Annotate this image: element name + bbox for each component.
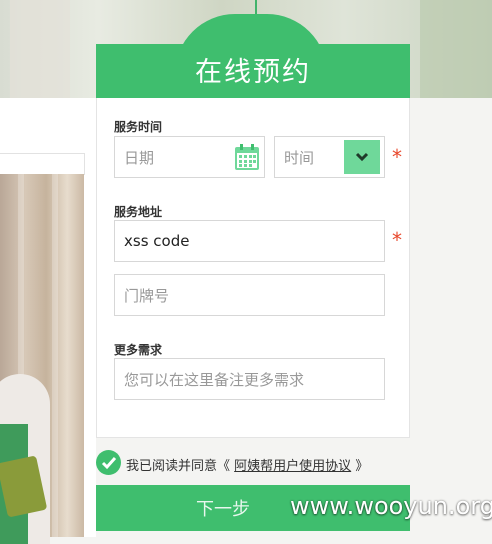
- promo-photo: [0, 174, 84, 544]
- house-number-placeholder: 门牌号: [124, 286, 170, 305]
- more-needs-label: 更多需求: [114, 343, 163, 357]
- time-select[interactable]: 时间: [274, 136, 385, 178]
- agreement-link[interactable]: 阿姨帮用户使用协议: [234, 459, 351, 474]
- house-number-input[interactable]: 门牌号: [114, 274, 385, 316]
- more-needs-input[interactable]: 您可以在这里备注更多需求: [114, 358, 385, 400]
- next-step-label: 下一步: [196, 499, 250, 520]
- address-input[interactable]: xss code: [114, 220, 385, 262]
- background-decoration: [420, 0, 492, 98]
- background-decoration: [10, 0, 70, 98]
- time-placeholder: 时间: [284, 148, 315, 167]
- agreement-prefix: 我已阅读并同意《: [126, 459, 231, 474]
- required-mark: *: [392, 228, 402, 252]
- calendar-icon[interactable]: [234, 143, 260, 171]
- chevron-down-icon[interactable]: [344, 140, 380, 174]
- check-icon: [101, 456, 116, 469]
- address-value: xss code: [124, 232, 190, 250]
- photo-curtain: [52, 174, 58, 537]
- more-needs-placeholder: 您可以在这里备注更多需求: [124, 370, 305, 389]
- agreement-checkbox[interactable]: [96, 450, 121, 475]
- service-time-label: 服务时间: [114, 120, 163, 134]
- watermark: www.wooyun.org: [290, 492, 492, 520]
- agreement-suffix: 》: [355, 459, 369, 474]
- page-title: 在线预约: [195, 57, 311, 88]
- agreement-text: 我已阅读并同意《 阿姨帮用户使用协议 》: [126, 455, 368, 474]
- date-picker[interactable]: 日期: [114, 136, 265, 178]
- photo-frame: [0, 153, 85, 175]
- service-address-label: 服务地址: [114, 205, 163, 219]
- required-mark: *: [392, 145, 402, 169]
- date-placeholder: 日期: [124, 148, 155, 167]
